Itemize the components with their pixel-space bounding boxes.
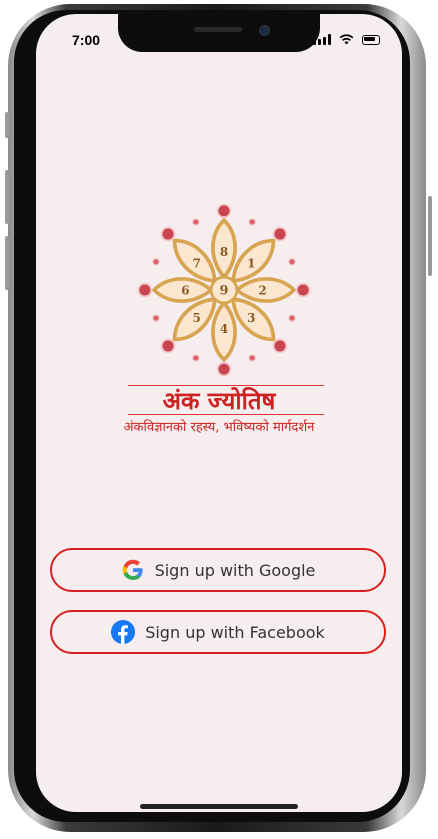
logo-large-dot [216, 361, 232, 377]
screen: 7:00 9 8 123 4 567 अंक ज्योतिष अंकविज्ञानको… [36, 14, 402, 812]
logo-small-dot [152, 257, 160, 266]
battery-icon [362, 34, 380, 45]
speaker [194, 27, 242, 32]
facebook-icon [111, 620, 136, 644]
title-divider-bottom [128, 414, 324, 415]
logo-petal-number: 4 [220, 322, 228, 336]
volume-down-button [5, 236, 9, 290]
logo-large-dot [295, 282, 311, 298]
logo-large-dot [160, 226, 176, 242]
google-icon [122, 559, 143, 580]
home-indicator [140, 804, 298, 809]
facebook-signup-label: Sign up with Facebook [145, 622, 325, 642]
logo-large-dot [137, 282, 153, 298]
app-tagline: अंकविज्ञानको रहस्य, भविष्यको मार्गदर्शन [123, 420, 315, 435]
cellular-signal-icon [313, 34, 331, 45]
logo-petal-number: 3 [247, 311, 255, 325]
logo-large-dot [160, 338, 176, 354]
wifi-icon [339, 34, 354, 45]
logo-large-dot [272, 338, 288, 354]
app-title: अंक ज्योतिष [162, 386, 276, 415]
power-button [428, 196, 432, 276]
logo-small-dot [288, 257, 296, 266]
logo-petal-number: 1 [247, 256, 255, 270]
logo-small-dot [248, 218, 257, 226]
logo-small-dot [191, 218, 200, 226]
google-signup-button[interactable]: Sign up with Google [50, 548, 386, 592]
logo-petal-number: 7 [193, 256, 201, 270]
status-icons [313, 34, 380, 45]
logo-petal-number: 6 [181, 284, 189, 298]
silent-switch [5, 112, 9, 138]
logo-small-dot [248, 354, 257, 362]
volume-up-button [5, 170, 9, 224]
logo-large-dot [272, 226, 288, 242]
notch [118, 14, 320, 52]
app-logo: 9 8 123 4 567 [137, 203, 311, 377]
logo-small-dot [152, 314, 160, 323]
logo-center-number: 9 [220, 284, 229, 299]
facebook-signup-button[interactable]: Sign up with Facebook [50, 610, 386, 654]
logo-petal-number: 2 [258, 284, 266, 298]
logo-large-dot [216, 203, 232, 219]
status-time: 7:00 [72, 32, 101, 48]
logo-petal-number: 8 [220, 245, 228, 259]
logo-small-dot [288, 314, 296, 323]
logo-petal-number: 5 [193, 311, 201, 325]
google-signup-label: Sign up with Google [154, 560, 316, 580]
camera [259, 25, 270, 36]
logo-small-dot [191, 354, 200, 362]
